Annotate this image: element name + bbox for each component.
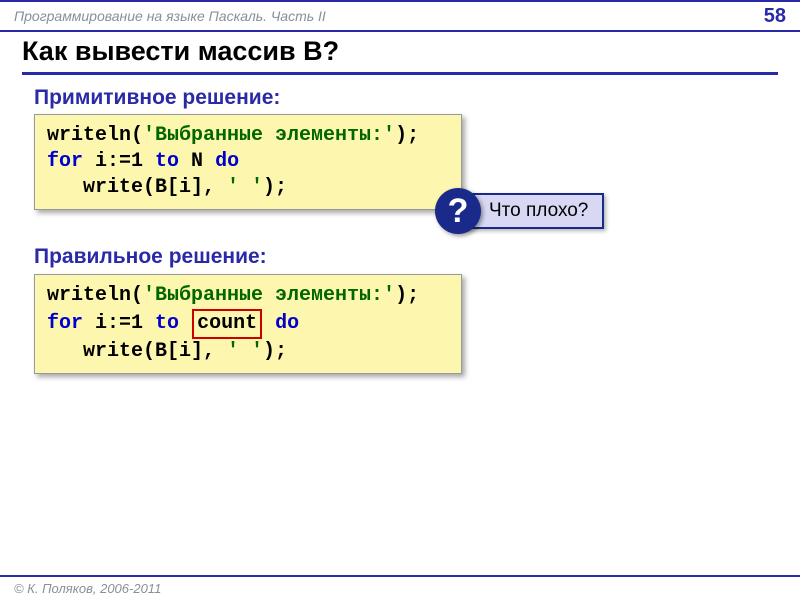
slide: Программирование на языке Паскаль. Часть… [0,0,800,600]
code-keyword: for [47,312,83,335]
code-text: write(B[i], [47,176,227,199]
code-text: N [179,150,215,173]
code-text: write(B[i], [47,340,227,363]
code-string: ' ' [227,176,263,199]
code-text: ); [263,340,287,363]
code-text: writeln( [47,124,143,147]
code-text [263,312,275,335]
code-string: 'Выбранные элементы:' [143,124,395,147]
section2-heading: Правильное решение: [34,245,267,269]
code-text [179,312,191,335]
code-block-primitive: writeln('Выбранные элементы:'); for i:=1… [34,114,462,210]
code-text: ); [395,284,419,307]
slide-title: Как вывести массив B? [22,36,778,75]
section1-heading: Примитивное решение: [34,86,280,110]
callout-text: Что плохо? [461,193,604,229]
code-keyword: for [47,150,83,173]
code-text: ); [263,176,287,199]
question-icon: ? [435,188,481,234]
slide-header: Программирование на языке Паскаль. Часть… [0,0,800,32]
code-keyword: to [155,312,179,335]
page-number: 58 [764,5,786,28]
code-string: 'Выбранные элементы:' [143,284,395,307]
code-text: i:=1 [83,150,155,173]
code-text: ); [395,124,419,147]
code-text: i:=1 [83,312,155,335]
slide-footer: © К. Поляков, 2006-2011 [0,575,800,600]
code-string: ' ' [227,340,263,363]
code-keyword: do [215,150,239,173]
code-keyword: do [275,312,299,335]
code-keyword: to [155,150,179,173]
highlight-count: count [192,309,262,339]
header-title: Программирование на языке Паскаль. Часть… [14,8,326,24]
code-text: writeln( [47,284,143,307]
code-block-correct: writeln('Выбранные элементы:'); for i:=1… [34,274,462,374]
question-callout: ? Что плохо? [435,188,604,234]
